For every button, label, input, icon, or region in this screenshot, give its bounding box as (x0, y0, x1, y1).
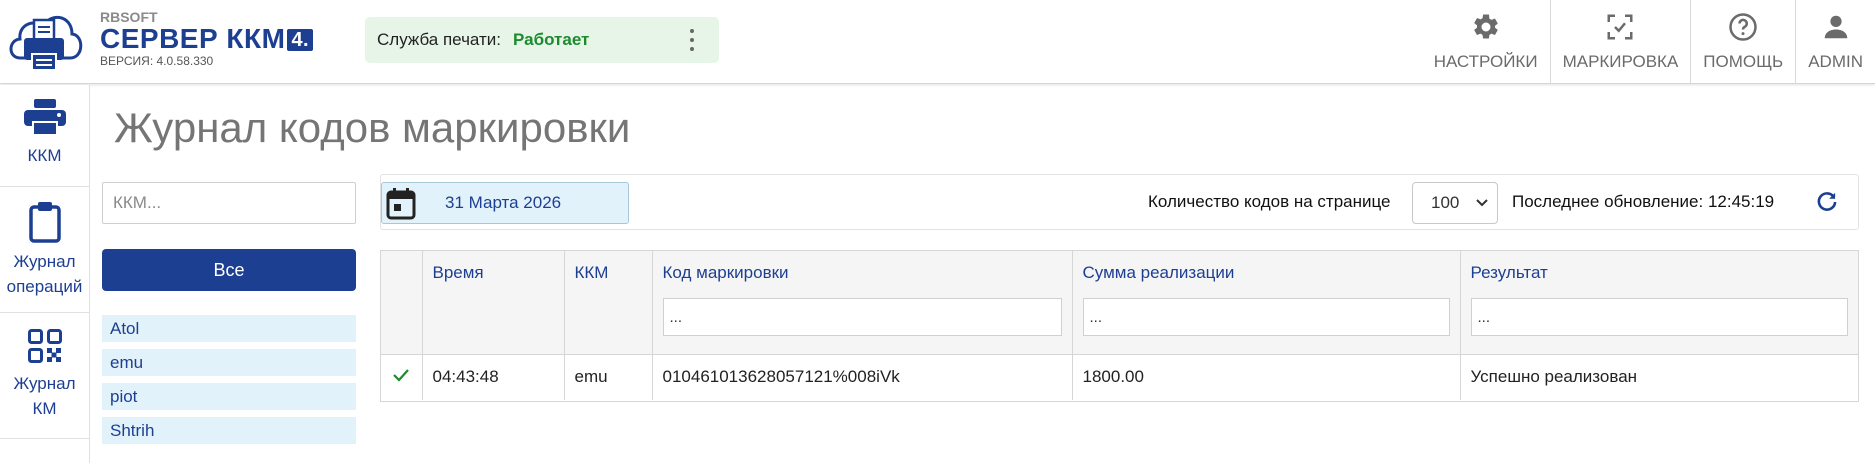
sidebar-item-km-journal[interactable]: Журнал КМ (0, 313, 89, 439)
col-sum-header: Сумма реализации (1072, 251, 1461, 355)
logo-title: СЕРВЕР ККМ 4. (100, 23, 314, 54)
printer-icon (23, 99, 66, 135)
table-header-row: Время ККМ Код маркировки Сумма реализаци… (381, 251, 1858, 355)
col-code-title: Код маркировки (662, 263, 789, 282)
row-kkm: emu (564, 354, 653, 400)
per-page-value: 100 (1431, 193, 1460, 212)
row-sum: 1800.00 (1072, 354, 1461, 400)
marking-codes-table: Время ККМ Код маркировки Сумма реализаци… (380, 250, 1859, 402)
nav-user[interactable]: ADMIN (1795, 0, 1875, 84)
print-service-state: Работает (513, 30, 590, 49)
logo-product: СЕРВЕР ККМ (100, 23, 286, 54)
qr-code-icon (27, 329, 62, 363)
kkm-search-input[interactable] (102, 182, 356, 224)
calendar-icon (386, 188, 416, 220)
top-bar: RBSOFT СЕРВЕР ККМ 4. ВЕРСИЯ: 4.0.58.330 С… (0, 0, 1875, 84)
chevron-down-icon (1476, 199, 1488, 207)
row-time: 04:43:48 (422, 354, 565, 400)
col-status-header (381, 251, 423, 355)
kkm-list-item-emu[interactable]: emu (102, 349, 356, 376)
print-service-label: Служба печати: (377, 30, 502, 49)
last-update: Последнее обновление: 12:45:19 (1512, 192, 1775, 211)
logo-brand: RBSOFT (100, 9, 158, 25)
check-icon (393, 369, 410, 382)
col-kkm-header: ККМ (564, 251, 653, 355)
page-title: Журнал кодов маркировки (114, 104, 631, 151)
col-time-header: Время (422, 251, 565, 355)
sidebar: ККМ Журнал операций Журнал КМ (0, 85, 90, 463)
row-code: 010461013628057121%008iVk (652, 354, 1073, 400)
clipboard-icon (28, 202, 61, 243)
user-icon (1824, 15, 1847, 39)
col-kkm-title: ККМ (574, 263, 609, 282)
sidebar-item-operations-journal-label: Журнал операций (6, 252, 83, 296)
nav-marking-label: МАРКИРОВКА (1562, 52, 1679, 71)
sum-filter-input[interactable] (1082, 298, 1450, 336)
nav-help-label: ПОМОЩЬ (1703, 52, 1784, 71)
col-code-header: Код маркировки (652, 251, 1073, 355)
app-version: ВЕРСИЯ: 4.0.58.330 (100, 54, 214, 68)
date-picker[interactable]: 31 Марта 2026 (381, 182, 629, 224)
kkm-filter-panel: Все Atol emu piot Shtrih (102, 182, 356, 451)
row-status-cell (381, 354, 423, 400)
table-row[interactable]: 04:43:48 emu 010461013628057121%008iVk 1… (381, 354, 1858, 400)
nav-help[interactable]: ПОМОЩЬ (1690, 0, 1795, 84)
col-result-header: Результат (1460, 251, 1858, 355)
printer-cloud-logo-icon (9, 16, 83, 71)
sidebar-item-kkm-label: ККМ (27, 146, 62, 165)
top-nav: НАСТРОЙКИ МАРКИРОВКА ПОМОЩЬ ADMIN (1422, 0, 1875, 84)
result-filter-input[interactable] (1470, 298, 1848, 336)
nav-settings-label: НАСТРОЙКИ (1433, 52, 1538, 71)
kkm-list-item-shtrih[interactable]: Shtrih (102, 417, 356, 444)
col-result-title: Результат (1470, 263, 1548, 282)
help-icon (1729, 13, 1757, 41)
code-filter-input[interactable] (662, 298, 1062, 336)
kkm-list: Atol emu piot Shtrih (102, 315, 356, 444)
gear-icon (1473, 14, 1498, 39)
more-vert-icon[interactable] (689, 29, 695, 51)
journal-toolbar: 31 Марта 2026 Количество кодов на страни… (380, 174, 1859, 230)
col-time-title: Время (432, 263, 484, 282)
nav-settings[interactable]: НАСТРОЙКИ (1422, 0, 1550, 84)
refresh-icon[interactable] (1814, 189, 1840, 215)
per-page-select[interactable]: 100 (1412, 182, 1498, 224)
logo: RBSOFT СЕРВЕР ККМ 4. ВЕРСИЯ: 4.0.58.330 (100, 9, 314, 68)
sidebar-item-km-journal-label: Журнал КМ (13, 374, 76, 418)
nav-marking[interactable]: МАРКИРОВКА (1549, 0, 1691, 84)
selected-date: 31 Марта 2026 (445, 193, 562, 212)
row-result: Успешно реализован (1460, 354, 1858, 400)
col-sum-title: Сумма реализации (1082, 263, 1235, 282)
nav-user-label: ADMIN (1808, 52, 1863, 71)
sidebar-item-kkm[interactable]: ККМ (0, 85, 89, 187)
logo-version-badge: 4. (287, 29, 314, 51)
kkm-list-item-atol[interactable]: Atol (102, 315, 356, 342)
scan-icon (1607, 14, 1633, 40)
print-service-status: Служба печати: Работает (365, 17, 719, 63)
kkm-list-item-piot[interactable]: piot (102, 383, 356, 410)
sidebar-item-operations-journal[interactable]: Журнал операций (0, 187, 89, 313)
per-page-label: Количество кодов на странице (1148, 192, 1391, 211)
all-kkm-button[interactable]: Все (102, 249, 356, 291)
